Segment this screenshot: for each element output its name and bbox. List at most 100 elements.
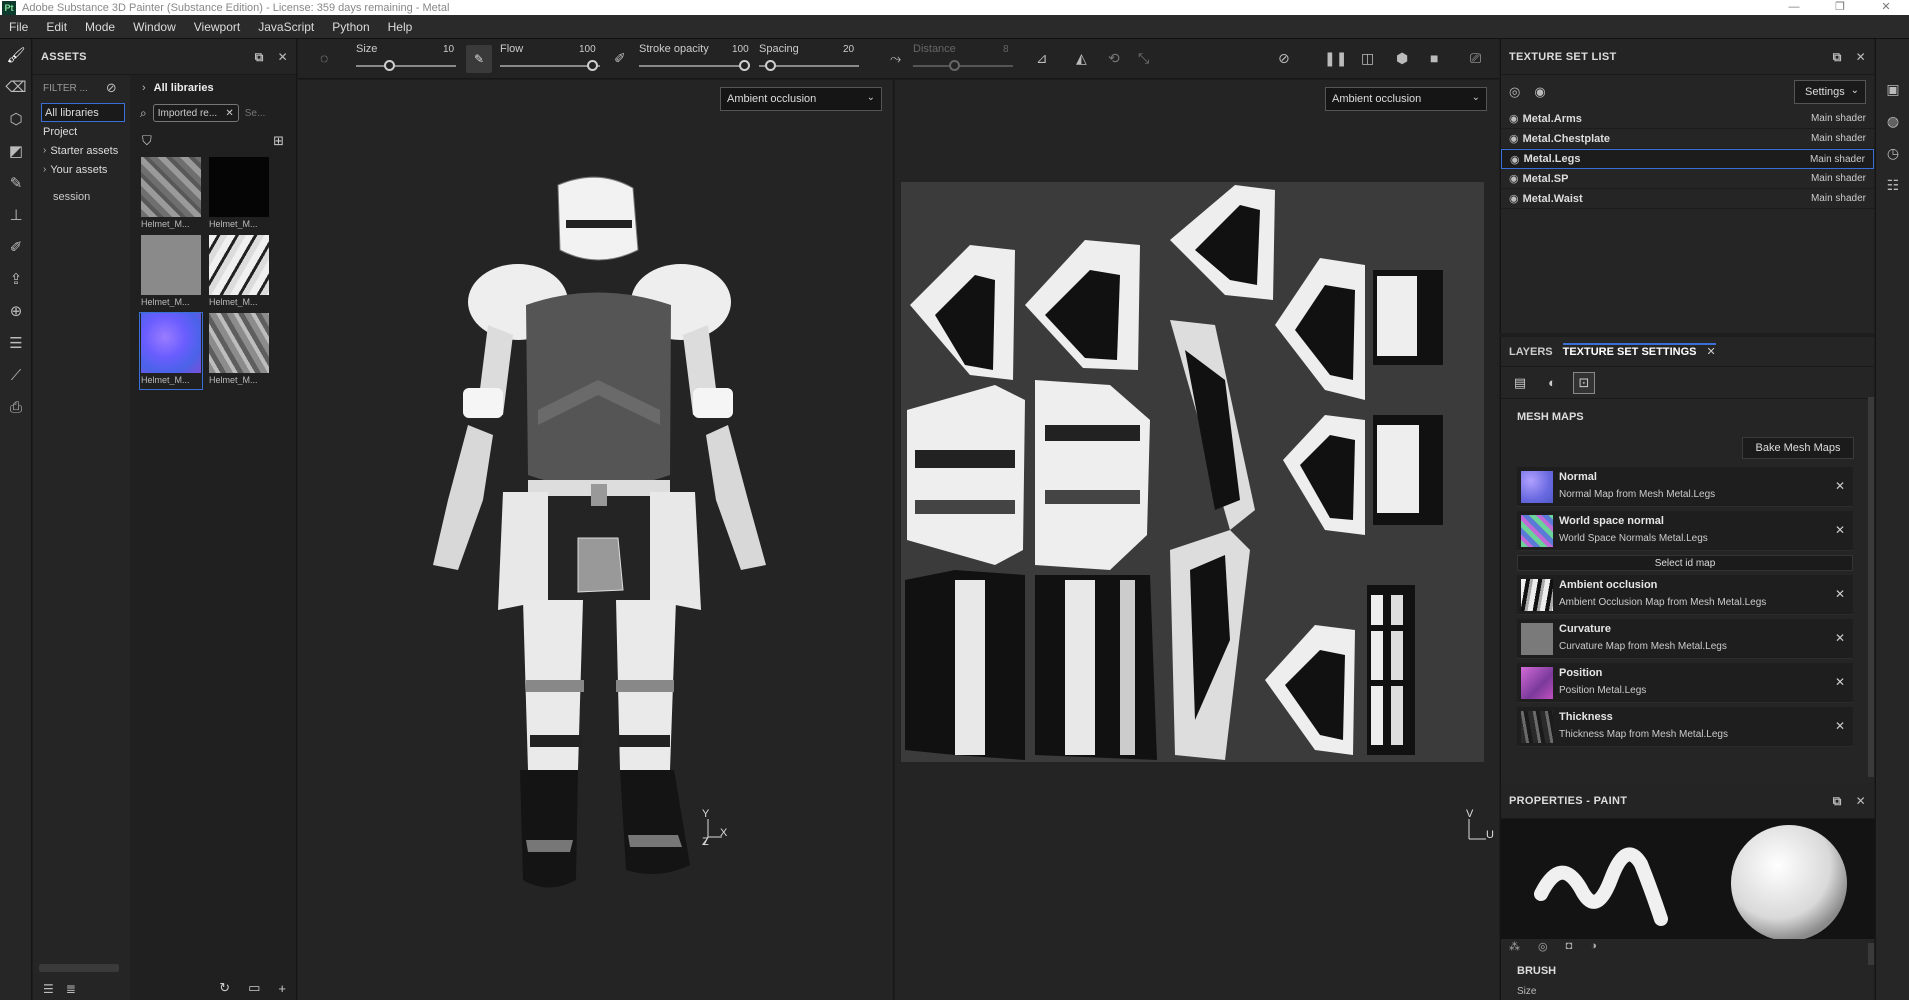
pressure-icon[interactable]: ✐: [614, 50, 626, 67]
menu-javascript[interactable]: JavaScript: [249, 20, 323, 34]
remove-map-icon[interactable]: ✕: [1835, 523, 1845, 537]
history-icon[interactable]: ◷: [1876, 137, 1909, 169]
mesh-map-normal[interactable]: Normal Normal Map from Mesh Metal.Legs ✕: [1517, 467, 1853, 507]
stroke-opacity-value[interactable]: 100: [732, 44, 749, 55]
symmetry-icon[interactable]: ◭: [1076, 50, 1087, 67]
eye-icon[interactable]: ◉: [1534, 84, 1545, 100]
shader-settings-icon[interactable]: ◍: [1876, 105, 1909, 137]
asset-thumbnail-selected[interactable]: Helmet_M...: [139, 312, 203, 390]
remove-map-icon[interactable]: ✕: [1835, 719, 1845, 733]
texture-set-item[interactable]: ◉ Metal.SP Main shader: [1501, 169, 1874, 189]
size-value[interactable]: 10: [443, 44, 454, 55]
polygon-fill-icon[interactable]: ◩: [0, 135, 32, 167]
clone-stamp-icon[interactable]: ⊥: [0, 199, 32, 231]
cube-view-icon[interactable]: ⬢: [1396, 50, 1408, 67]
flow-value[interactable]: 100: [579, 44, 596, 55]
menu-viewport[interactable]: Viewport: [185, 20, 249, 34]
shader-ball-icon[interactable]: ◐: [1541, 372, 1563, 394]
minimize-icon[interactable]: —: [1771, 0, 1817, 15]
paint-brush-icon[interactable]: 🖌: [0, 39, 32, 71]
brush-shape-icon[interactable]: ◌: [320, 50, 328, 66]
uv-texture-map[interactable]: [895, 80, 1499, 1000]
horizontal-scrollbar[interactable]: [39, 964, 119, 972]
screenshot-icon[interactable]: ⎚: [1470, 50, 1481, 67]
asset-thumbnail[interactable]: Helmet_M...: [208, 235, 270, 311]
stencil-icon[interactable]: ◑: [1590, 940, 1597, 956]
transform-icon[interactable]: ⤡: [1138, 50, 1149, 67]
library-all[interactable]: All libraries: [41, 103, 125, 122]
hide-ui-icon[interactable]: ⊘: [1278, 50, 1290, 67]
asset-thumbnail[interactable]: Helmet_M...: [140, 235, 202, 311]
mesh-map-position[interactable]: Position Position Metal.Legs ✕: [1517, 663, 1853, 703]
eye-off-icon[interactable]: ⊘: [106, 80, 117, 96]
mesh-maps-icon[interactable]: ⊡: [1573, 371, 1595, 394]
add-icon[interactable]: +: [278, 981, 286, 996]
library-your-assets[interactable]: › Your assets: [33, 160, 129, 179]
float-panel-icon[interactable]: ⧉: [1833, 794, 1842, 809]
mesh-map-ambient-occlusion[interactable]: Ambient occlusion Ambient Occlusion Map …: [1517, 575, 1853, 615]
vertical-scrollbar[interactable]: [1868, 397, 1874, 777]
detail-view-icon[interactable]: ≣: [66, 982, 76, 996]
refresh-icon[interactable]: ↻: [219, 980, 230, 996]
menu-window[interactable]: Window: [124, 20, 185, 34]
menu-file[interactable]: File: [0, 20, 37, 34]
display-settings-icon[interactable]: ▣: [1876, 73, 1909, 105]
chevron-right-icon[interactable]: ›: [43, 164, 46, 175]
alpha-icon[interactable]: ◘: [1566, 940, 1573, 956]
spacing-value[interactable]: 20: [843, 44, 854, 55]
eye-icon[interactable]: ◉: [1510, 153, 1520, 166]
eraser-icon[interactable]: ⌫: [0, 71, 32, 103]
geometry-mask-icon[interactable]: ☰: [0, 327, 32, 359]
shader-label[interactable]: Main shader: [1811, 173, 1866, 184]
new-folder-icon[interactable]: ▭: [248, 980, 260, 996]
maximize-icon[interactable]: ❐: [1817, 0, 1863, 15]
stroke-opacity-handle[interactable]: [739, 60, 750, 71]
color-picker-icon[interactable]: ✐: [0, 231, 32, 263]
mesh-map-curvature[interactable]: Curvature Curvature Map from Mesh Metal.…: [1517, 619, 1853, 659]
flow-slider-handle[interactable]: [587, 60, 598, 71]
filter-funnel-icon[interactable]: ⛉: [142, 133, 152, 149]
tab-texture-set-settings[interactable]: TEXTURE SET SETTINGS ✕: [1562, 343, 1716, 366]
properties-scrollbar[interactable]: [1868, 943, 1874, 965]
menu-mode[interactable]: Mode: [76, 20, 124, 34]
grid-view-icon[interactable]: ⊞: [273, 133, 284, 149]
size-slider[interactable]: [356, 65, 456, 67]
remove-map-icon[interactable]: ✕: [1835, 675, 1845, 689]
armor-model[interactable]: [298, 80, 894, 1000]
eye-icon[interactable]: ◉: [1509, 132, 1519, 145]
eye-icon[interactable]: ◉: [1509, 112, 1519, 125]
eye-icon[interactable]: ◉: [1509, 172, 1519, 185]
bake-icon[interactable]: ⇪: [0, 263, 32, 295]
chip-close-icon[interactable]: ✕: [225, 108, 233, 119]
texture-set-item[interactable]: ◉ Metal.Waist Main shader: [1501, 189, 1874, 209]
mesh-map-world-space-normal[interactable]: World space normal World Space Normals M…: [1517, 511, 1853, 551]
shader-label[interactable]: Main shader: [1811, 133, 1866, 144]
texture-set-icon[interactable]: ▤: [1509, 372, 1531, 394]
lazy-mouse-icon[interactable]: ⤳: [890, 50, 901, 67]
visibility-toggle-icon[interactable]: ◎: [1509, 84, 1520, 100]
pause-icon[interactable]: ❚❚: [1324, 50, 1347, 67]
menu-edit[interactable]: Edit: [37, 20, 76, 34]
texture-set-item-selected[interactable]: ◉ Metal.Legs Main shader: [1501, 149, 1874, 169]
spacing-slider-handle[interactable]: [765, 60, 776, 71]
close-panel-icon[interactable]: ✕: [278, 50, 288, 64]
menu-python[interactable]: Python: [323, 20, 378, 34]
viewport-3d[interactable]: Ambient occlusion ⌄ Y X: [298, 80, 894, 1000]
shader-label[interactable]: Main shader: [1810, 154, 1865, 165]
menu-help[interactable]: Help: [379, 20, 422, 34]
remove-map-icon[interactable]: ✕: [1835, 479, 1845, 493]
shader-label[interactable]: Main shader: [1811, 113, 1866, 124]
search-input[interactable]: Se...: [245, 108, 266, 119]
export-icon[interactable]: ⎙: [0, 391, 32, 423]
close-panel-icon[interactable]: ✕: [1856, 794, 1866, 808]
mesh-map-thickness[interactable]: Thickness Thickness Map from Mesh Metal.…: [1517, 707, 1853, 747]
split-view-icon[interactable]: ◫: [1361, 50, 1374, 67]
camera-icon[interactable]: ■: [1430, 50, 1438, 66]
library-starter-assets[interactable]: › Starter assets: [33, 141, 129, 160]
remove-map-icon[interactable]: ✕: [1835, 587, 1845, 601]
log-icon[interactable]: ☷: [1876, 169, 1909, 201]
angle-icon[interactable]: ⊿: [1036, 50, 1048, 67]
select-id-map-button[interactable]: Select id map: [1517, 555, 1853, 571]
float-panel-icon[interactable]: ⧉: [255, 50, 264, 65]
size-slider-handle[interactable]: [384, 60, 395, 71]
